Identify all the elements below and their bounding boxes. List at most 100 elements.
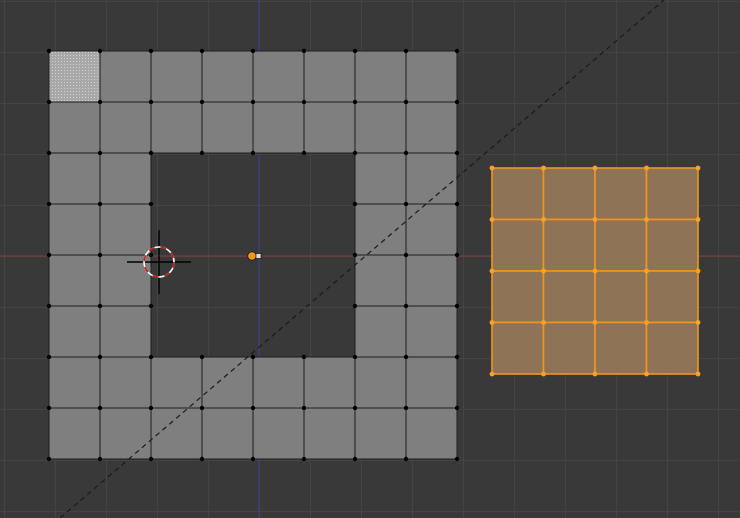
mesh-vertex	[250, 456, 256, 462]
mesh-vertex	[250, 150, 256, 156]
mesh-face[interactable]	[201, 50, 254, 103]
mesh-vertex	[352, 252, 358, 258]
mesh-face[interactable]	[99, 203, 152, 256]
mesh-vertex	[250, 99, 256, 105]
selected-face[interactable]	[542, 270, 596, 324]
mesh-face[interactable]	[405, 50, 458, 103]
mesh-face[interactable]	[405, 101, 458, 154]
mesh-face[interactable]	[405, 203, 458, 256]
mesh-vertex	[301, 456, 307, 462]
mesh-face[interactable]	[303, 356, 356, 409]
mesh-face[interactable]	[201, 356, 254, 409]
selected-face[interactable]	[594, 321, 648, 375]
3d-viewport[interactable]	[0, 0, 740, 518]
mesh-face[interactable]	[99, 152, 152, 205]
mesh-face[interactable]	[354, 203, 407, 256]
mesh-face[interactable]	[354, 305, 407, 358]
selected-vertex	[489, 371, 495, 377]
mesh-vertex	[97, 201, 103, 207]
selected-face[interactable]	[542, 321, 596, 375]
mesh-face[interactable]	[99, 50, 152, 103]
selected-grid-mesh[interactable]	[489, 165, 701, 377]
mesh-face[interactable]	[354, 407, 407, 460]
mesh-vertex	[46, 48, 52, 54]
mesh-face[interactable]	[48, 356, 101, 409]
selected-vertex	[541, 217, 546, 222]
selected-face[interactable]	[645, 270, 699, 324]
mesh-face[interactable]	[99, 305, 152, 358]
mesh-vertex	[352, 405, 358, 411]
mesh-face[interactable]	[252, 356, 305, 409]
selected-face[interactable]	[542, 167, 596, 221]
mesh-vertex	[454, 405, 460, 411]
mesh-face[interactable]	[48, 305, 101, 358]
mesh-vertex	[148, 48, 154, 54]
mesh-face[interactable]	[252, 101, 305, 154]
mesh-face[interactable]	[405, 254, 458, 307]
selected-face[interactable]	[491, 218, 545, 272]
mesh-vertex	[454, 303, 460, 309]
selected-face[interactable]	[594, 167, 648, 221]
mesh-vertex	[46, 405, 52, 411]
mesh-face[interactable]	[48, 254, 101, 307]
mesh-vertex	[301, 150, 307, 156]
mesh-vertex	[46, 303, 52, 309]
mesh-face[interactable]	[303, 101, 356, 154]
mesh-face[interactable]	[48, 407, 101, 460]
mesh-vertex	[454, 99, 460, 105]
mesh-face[interactable]	[150, 50, 203, 103]
mesh-face[interactable]	[201, 101, 254, 154]
mesh-face[interactable]	[354, 356, 407, 409]
viewport-canvas[interactable]	[0, 0, 740, 518]
selected-face[interactable]	[491, 321, 545, 375]
mesh-face[interactable]	[48, 152, 101, 205]
mesh-vertex	[352, 150, 358, 156]
mesh-vertex	[148, 252, 154, 258]
selected-face[interactable]	[491, 270, 545, 324]
mesh-vertex	[46, 456, 52, 462]
mesh-face[interactable]	[99, 101, 152, 154]
mesh-vertex	[46, 252, 52, 258]
mesh-vertex	[97, 150, 103, 156]
mesh-face[interactable]	[99, 356, 152, 409]
mesh-face[interactable]	[405, 407, 458, 460]
selected-face[interactable]	[594, 270, 648, 324]
mesh-vertex	[352, 354, 358, 360]
mesh-face[interactable]	[354, 152, 407, 205]
mesh-face[interactable]	[150, 356, 203, 409]
selected-face[interactable]	[645, 218, 699, 272]
mesh-face[interactable]	[48, 101, 101, 154]
mesh-face[interactable]	[354, 101, 407, 154]
active-face[interactable]	[48, 50, 101, 103]
selected-face[interactable]	[491, 167, 545, 221]
selected-face[interactable]	[645, 321, 699, 375]
selected-face[interactable]	[645, 167, 699, 221]
mesh-face[interactable]	[405, 152, 458, 205]
mesh-vertex	[46, 99, 52, 105]
selected-face[interactable]	[542, 218, 596, 272]
selected-vertex	[541, 268, 546, 274]
mesh-face[interactable]	[99, 407, 152, 460]
mesh-face[interactable]	[252, 407, 305, 460]
selected-vertex	[644, 371, 649, 377]
mesh-face[interactable]	[405, 356, 458, 409]
mesh-vertex	[403, 201, 409, 207]
mesh-face[interactable]	[48, 203, 101, 256]
mesh-face[interactable]	[405, 305, 458, 358]
mesh-face[interactable]	[303, 50, 356, 103]
selected-vertex	[644, 165, 649, 171]
mesh-vertex	[403, 99, 409, 105]
selected-vertex	[695, 320, 701, 325]
mesh-vertex	[97, 303, 103, 309]
mesh-face[interactable]	[354, 50, 407, 103]
mesh-face[interactable]	[150, 101, 203, 154]
selected-face[interactable]	[594, 218, 648, 272]
selected-vertex	[489, 165, 495, 171]
mesh-face[interactable]	[201, 407, 254, 460]
mesh-face[interactable]	[303, 407, 356, 460]
mesh-face[interactable]	[252, 50, 305, 103]
selected-vertex	[592, 320, 598, 325]
mesh-vertex	[46, 354, 52, 360]
mesh-vertex	[97, 99, 103, 105]
mesh-face[interactable]	[354, 254, 407, 307]
